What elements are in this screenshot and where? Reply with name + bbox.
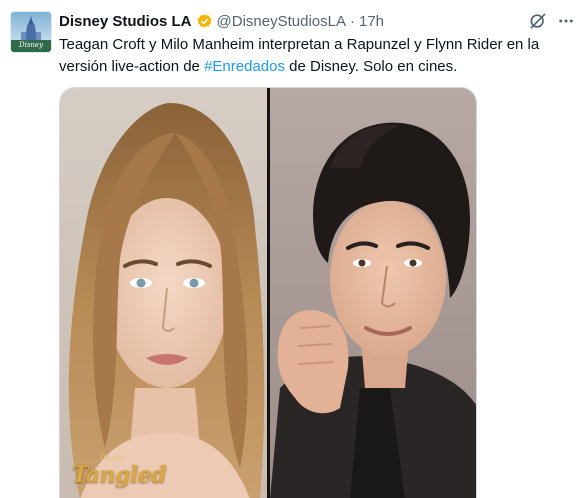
more-icon[interactable]: [556, 11, 576, 31]
disney-logo-small: Disney: [100, 454, 125, 462]
display-name[interactable]: Disney Studios LA: [59, 13, 192, 30]
photo-right-man[interactable]: [270, 88, 476, 498]
timestamp[interactable]: 17h: [359, 13, 384, 30]
tangled-logo: Tangled: [72, 462, 167, 488]
avatar-image: Disney: [11, 12, 51, 52]
handle[interactable]: @DisneyStudiosLA: [217, 13, 346, 30]
photo-left-woman[interactable]: Disney Tangled: [60, 88, 267, 498]
man-portrait-image: [270, 122, 476, 498]
tweet-text-after: de Disney. Solo en cines.: [284, 58, 458, 75]
tweet-media[interactable]: Disney Tangled: [59, 87, 477, 498]
separator-dot: ·: [350, 12, 355, 30]
grok-icon[interactable]: [528, 11, 548, 31]
hashtag-link[interactable]: #Enredados: [204, 58, 285, 75]
tweet: Disney Disney Studios LA @DisneyStudiosL…: [0, 0, 580, 498]
tweet-header: Disney Studios LA @DisneyStudiosLA · 17h: [59, 10, 384, 32]
avatar[interactable]: Disney: [10, 11, 52, 53]
tweet-text: Teagan Croft y Milo Manheim interpretan …: [59, 34, 564, 78]
woman-portrait-image: [68, 103, 265, 498]
verified-badge-icon: [196, 13, 213, 30]
svg-text:Disney: Disney: [18, 41, 44, 49]
